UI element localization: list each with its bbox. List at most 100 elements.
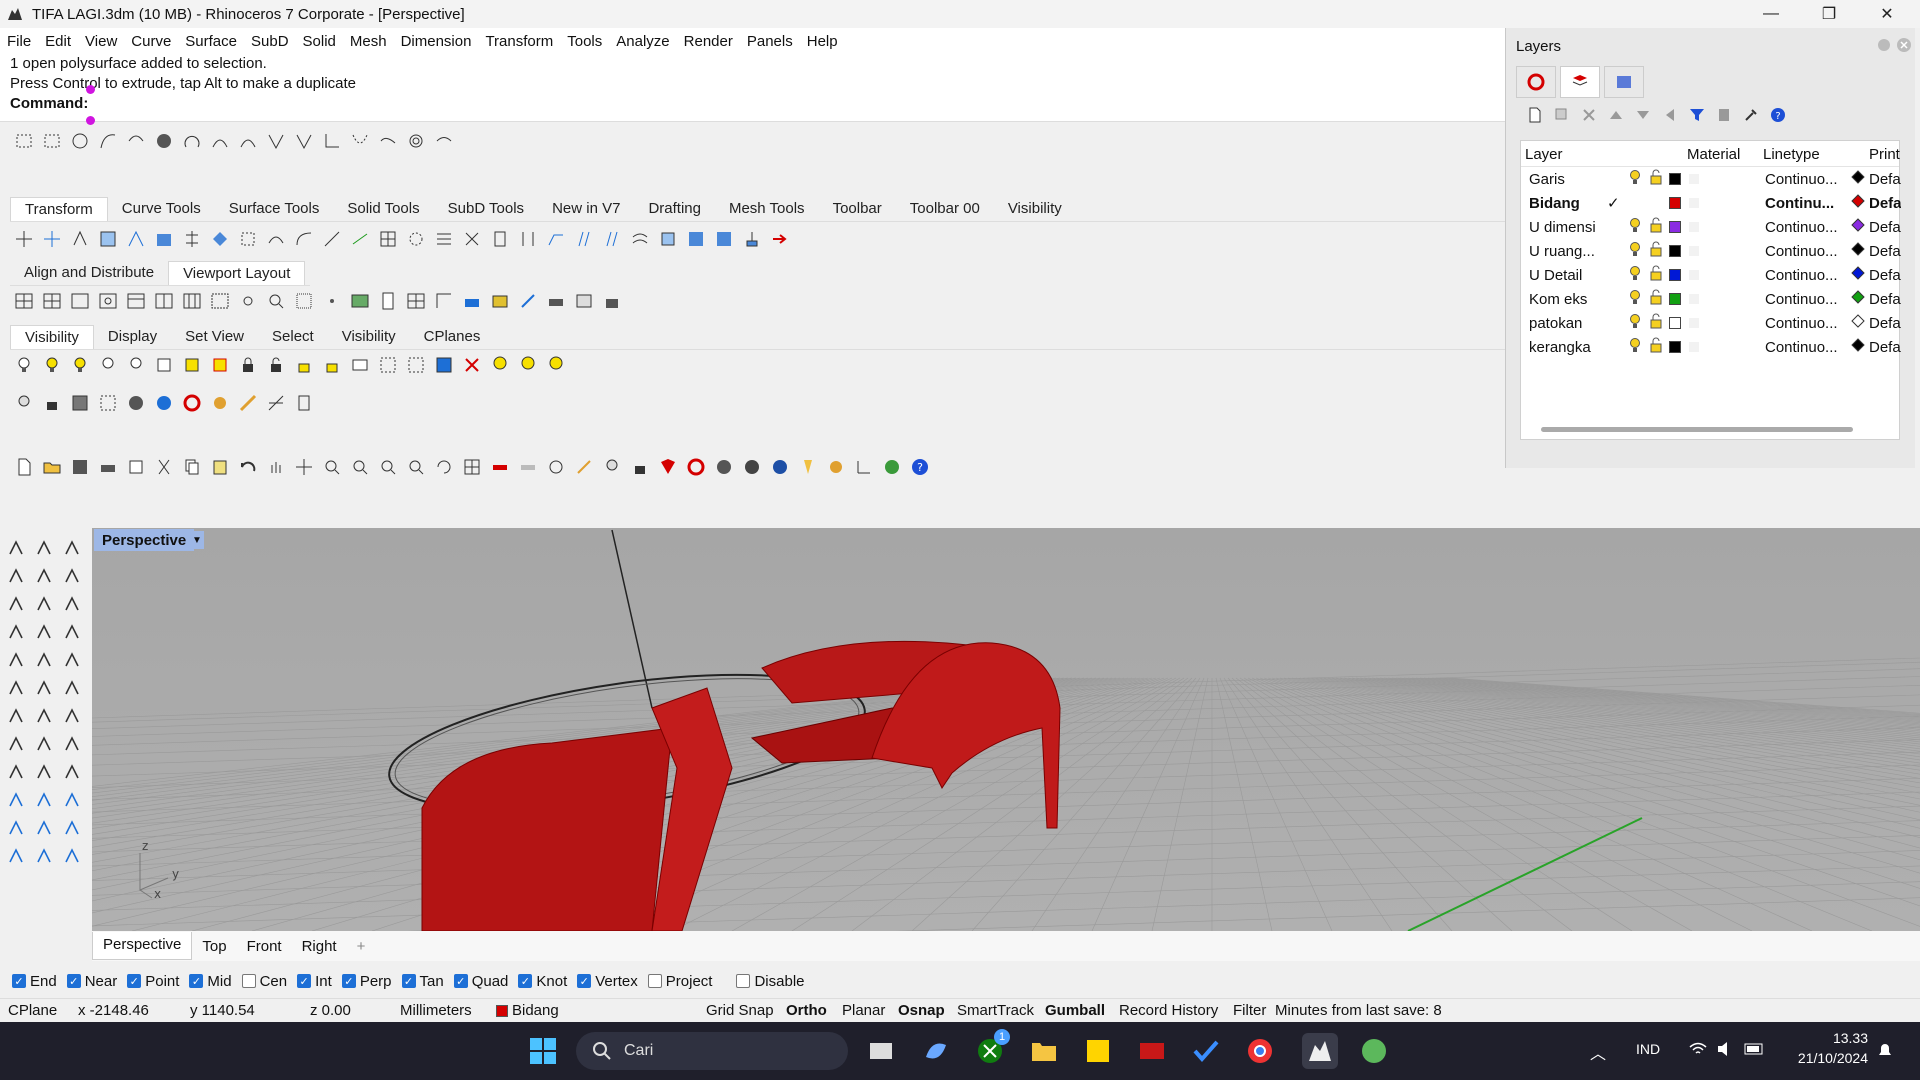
tab-new-in-v7[interactable]: New in V7 [538, 197, 634, 221]
car-icon[interactable] [488, 455, 512, 479]
gumball-toggle[interactable]: Gumball [1045, 1002, 1105, 1019]
hide-object-icon[interactable] [432, 353, 456, 377]
tab-front[interactable]: Front [237, 938, 292, 955]
layer-print-width[interactable]: Defau [1869, 315, 1901, 332]
checkbox-icon[interactable]: ✓ [453, 974, 468, 988]
offset-icon[interactable] [60, 620, 84, 644]
layer-material-swatch[interactable] [1689, 222, 1699, 232]
layer-linetype[interactable]: Continuo... [1765, 243, 1838, 260]
checkbox-icon[interactable] [736, 974, 751, 988]
print-color-diamond-icon[interactable] [1851, 170, 1865, 188]
display-tab-icon[interactable] [1604, 66, 1644, 98]
render-settings-icon[interactable] [208, 391, 232, 415]
surface-from-curves-icon[interactable] [32, 676, 56, 700]
lock-icon[interactable] [236, 353, 260, 377]
sun-icon[interactable] [60, 844, 84, 868]
osnap-cen[interactable]: Cen [241, 973, 287, 990]
twist-icon[interactable] [264, 227, 288, 251]
rotate-icon[interactable] [68, 227, 92, 251]
join-icon[interactable] [32, 760, 56, 784]
select-icon[interactable] [544, 455, 568, 479]
place-icon[interactable] [740, 227, 764, 251]
layer-color-swatch[interactable] [1669, 269, 1681, 281]
layer-linetype[interactable]: Continuo... [1765, 171, 1838, 188]
tab-drafting[interactable]: Drafting [634, 197, 715, 221]
layout-page-icon[interactable] [488, 289, 512, 313]
layer-print-width[interactable]: Defau [1869, 243, 1901, 260]
layer-row[interactable]: Kom eks Continuo... Defau [1521, 287, 1901, 311]
tab-toolbar-00[interactable]: Toolbar 00 [896, 197, 994, 221]
command-prompt[interactable]: Command: [10, 94, 1505, 114]
tab-visibility[interactable]: Visibility [994, 197, 1076, 221]
layout-window-icon[interactable] [572, 289, 596, 313]
filter-icon[interactable] [1686, 104, 1708, 126]
osnap-perp[interactable]: ✓ Perp [341, 973, 392, 990]
layer-name[interactable]: Kom eks [1529, 291, 1587, 308]
walkabout-icon[interactable] [516, 455, 540, 479]
taper-icon[interactable] [320, 227, 344, 251]
tab-mesh-tools[interactable]: Mesh Tools [715, 197, 819, 221]
wifi-icon[interactable] [1688, 1040, 1708, 1062]
viewport-menu-chevron-icon[interactable]: ▼ [190, 531, 204, 549]
print-icon[interactable] [544, 289, 568, 313]
arc-icon[interactable] [180, 129, 204, 153]
layer-material-swatch[interactable] [1689, 270, 1699, 280]
column-material[interactable]: Material [1687, 146, 1740, 163]
column-print-width[interactable]: Print W [1869, 146, 1901, 163]
save-icon[interactable] [68, 455, 92, 479]
bulb-on-icon[interactable] [488, 353, 512, 377]
align-icon[interactable] [180, 227, 204, 251]
tab-subd-tools[interactable]: SubD Tools [434, 197, 538, 221]
cplane-label[interactable]: CPlane [8, 1002, 57, 1019]
layer-material-swatch[interactable] [1689, 294, 1699, 304]
layer-lock-icon[interactable] [1649, 289, 1663, 309]
layer-linetype[interactable]: Continuo... [1765, 339, 1838, 356]
ortho-toggle[interactable]: Ortho [786, 1002, 827, 1019]
fillet-icon[interactable] [4, 620, 28, 644]
layer-name[interactable]: Garis [1529, 171, 1565, 188]
layer-lock-icon[interactable] [1649, 241, 1663, 261]
tab-top[interactable]: Top [192, 938, 236, 955]
smarttrack-toggle[interactable]: SmartTrack [957, 1002, 1034, 1019]
open-folder-icon[interactable] [40, 455, 64, 479]
layer-color-swatch[interactable] [1669, 221, 1681, 233]
hide-points-icon[interactable] [124, 353, 148, 377]
tab-cplanes[interactable]: CPlanes [410, 325, 495, 349]
gear-icon[interactable] [1876, 37, 1892, 57]
column-linetype[interactable]: Linetype [1763, 146, 1820, 163]
tab-set-view[interactable]: Set View [171, 325, 258, 349]
detail-layout-icon[interactable] [404, 289, 428, 313]
menu-analyze[interactable]: Analyze [609, 33, 676, 50]
file-explorer-icon[interactable] [1026, 1033, 1062, 1069]
layer-print-width[interactable]: Defau [1869, 267, 1901, 284]
tab-viewport-layout[interactable]: Viewport Layout [168, 261, 306, 285]
layer-row[interactable]: U Detail Continuo... Defau [1521, 263, 1901, 287]
array-icon[interactable] [152, 227, 176, 251]
tab-visibility-2[interactable]: Visibility [328, 325, 410, 349]
bulb-mixed-icon[interactable] [516, 353, 540, 377]
xbox-icon[interactable]: 1 [972, 1029, 1010, 1069]
osnap-int[interactable]: ✓ Int [297, 973, 332, 990]
boolean-icon[interactable] [60, 704, 84, 728]
freeform-curve-icon[interactable] [96, 129, 120, 153]
check-icon[interactable] [4, 844, 28, 868]
tab-solid-tools[interactable]: Solid Tools [333, 197, 433, 221]
rendered-icon[interactable] [152, 391, 176, 415]
layer-name[interactable]: patokan [1529, 315, 1582, 332]
interpolate-curve-icon[interactable] [124, 129, 148, 153]
print-color-diamond-icon[interactable] [1851, 218, 1865, 236]
layer-color-swatch[interactable] [1669, 197, 1681, 209]
trim-icon[interactable] [32, 704, 56, 728]
polyline-icon[interactable] [264, 129, 288, 153]
plane-icon[interactable] [4, 676, 28, 700]
show-selected-icon[interactable] [68, 353, 92, 377]
section-icon[interactable] [292, 391, 316, 415]
layer-row[interactable]: Bidang ✓ Continu... Defau [1521, 191, 1901, 215]
clock-time[interactable]: 13.33 [1798, 1030, 1868, 1046]
checkbox-icon[interactable]: ✓ [577, 974, 592, 988]
layers-tab-icon[interactable] [1560, 66, 1600, 98]
new-layer-icon[interactable] [1524, 104, 1546, 126]
viewport-title[interactable]: Perspective [94, 529, 195, 551]
split-horizontal-icon[interactable] [124, 289, 148, 313]
zoom-window-icon[interactable] [348, 455, 372, 479]
